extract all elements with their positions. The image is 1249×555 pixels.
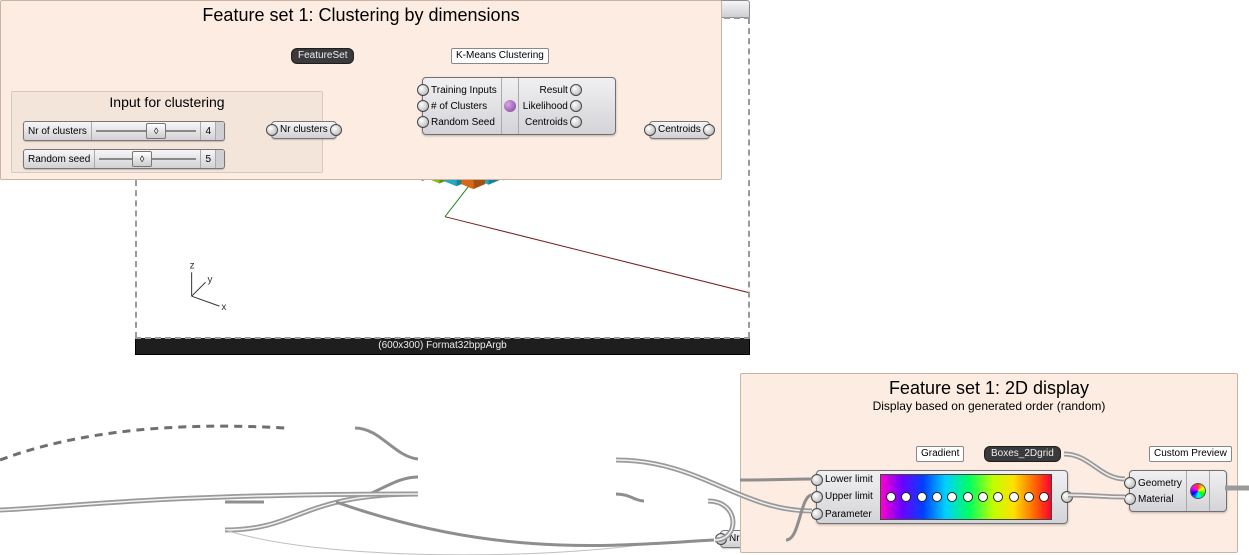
node-preview-icon xyxy=(1186,471,1210,511)
slider-random-seed-label: Random seed xyxy=(24,150,95,168)
port-upper-limit[interactable]: Upper limit xyxy=(817,489,877,505)
tag-gradient: Gradient xyxy=(916,446,964,462)
port-random-seed[interactable]: Random Seed xyxy=(423,114,499,130)
slider-random-seed[interactable]: Random seed ◊ 5 xyxy=(23,149,225,169)
svg-text:z: z xyxy=(190,260,195,271)
gradient-handle[interactable] xyxy=(917,492,927,502)
node-preview-inputs: Geometry Material xyxy=(1130,471,1186,511)
slider-nr-clusters-label: Nr of clusters xyxy=(24,122,92,140)
gradient-handle[interactable] xyxy=(947,492,957,502)
port-training-inputs[interactable]: Training Inputs xyxy=(423,82,501,98)
slider-random-seed-value: 5 xyxy=(200,150,215,168)
window-statusbar: (600x300) Format32bppArgb xyxy=(135,338,750,355)
group-clustering: Feature set 1: Clustering by dimensions … xyxy=(0,0,722,180)
group-clustering-title: Feature set 1: Clustering by dimensions xyxy=(1,1,721,26)
slider-grip[interactable] xyxy=(215,150,224,168)
slider-nr-clusters[interactable]: Nr of clusters ◊ 4 xyxy=(23,121,225,141)
gradient-handle[interactable] xyxy=(993,492,1003,502)
node-gradient-inputs: Lower limit Upper limit Parameter xyxy=(817,471,877,523)
node-gradient[interactable]: Lower limit Upper limit Parameter xyxy=(816,470,1068,524)
gradient-handle[interactable] xyxy=(932,492,942,502)
gradient-handle[interactable] xyxy=(978,492,988,502)
slider-nr-clusters-value: 4 xyxy=(200,122,215,140)
port-num-clusters[interactable]: # of Clusters xyxy=(423,98,491,114)
group-display-title: Feature set 1: 2D display xyxy=(741,374,1237,399)
param-nr-clusters[interactable]: Nr clusters xyxy=(271,121,337,139)
port-parameter[interactable]: Parameter xyxy=(817,506,876,522)
gradient-handle[interactable] xyxy=(901,492,911,502)
node-custom-preview[interactable]: Geometry Material xyxy=(1129,470,1227,512)
port-result[interactable]: Result xyxy=(535,82,575,98)
slider-nr-clusters-thumb[interactable]: ◊ xyxy=(146,123,166,139)
node-kmeans-icon xyxy=(501,78,519,134)
group-display-subtitle: Display based on generated order (random… xyxy=(741,399,1237,413)
gradient-handle[interactable] xyxy=(1039,492,1049,502)
group-display: Feature set 1: 2D display Display based … xyxy=(740,373,1238,553)
tag-custompreview: Custom Preview xyxy=(1149,446,1232,462)
tag-kmeans: K-Means Clustering xyxy=(451,48,549,64)
node-kmeans-outputs: Result Likelihood Centroids xyxy=(519,78,576,134)
tag-featureset[interactable]: FeatureSet xyxy=(291,48,354,64)
gradient-handle[interactable] xyxy=(886,492,896,502)
param-centroids[interactable]: Centroids xyxy=(649,121,710,139)
slider-grip[interactable] xyxy=(215,122,224,140)
node-kmeans[interactable]: Training Inputs # of Clusters Random See… xyxy=(422,77,616,135)
subgroup-input-title: Input for clustering xyxy=(12,92,322,112)
port-likelihood[interactable]: Likelihood xyxy=(519,98,576,114)
port-geometry[interactable]: Geometry xyxy=(1130,475,1186,491)
port-material[interactable]: Material xyxy=(1130,491,1178,507)
node-kmeans-inputs: Training Inputs # of Clusters Random See… xyxy=(423,78,501,134)
cluster-icon xyxy=(504,100,516,112)
gradient-swatch[interactable] xyxy=(880,474,1052,520)
preview-icon xyxy=(1190,483,1206,499)
gradient-handle[interactable] xyxy=(963,492,973,502)
gradient-handle[interactable] xyxy=(1009,492,1019,502)
tag-boxes2dgrid[interactable]: Boxes_2Dgrid xyxy=(984,446,1061,462)
port-lower-limit[interactable]: Lower limit xyxy=(817,472,877,488)
port-centroids[interactable]: Centroids xyxy=(521,114,576,130)
svg-text:y: y xyxy=(208,274,213,285)
gradient-handle[interactable] xyxy=(1024,492,1034,502)
slider-random-seed-thumb[interactable]: ◊ xyxy=(132,151,152,167)
port-gradient-out[interactable] xyxy=(1055,471,1067,523)
svg-text:x: x xyxy=(221,302,226,313)
